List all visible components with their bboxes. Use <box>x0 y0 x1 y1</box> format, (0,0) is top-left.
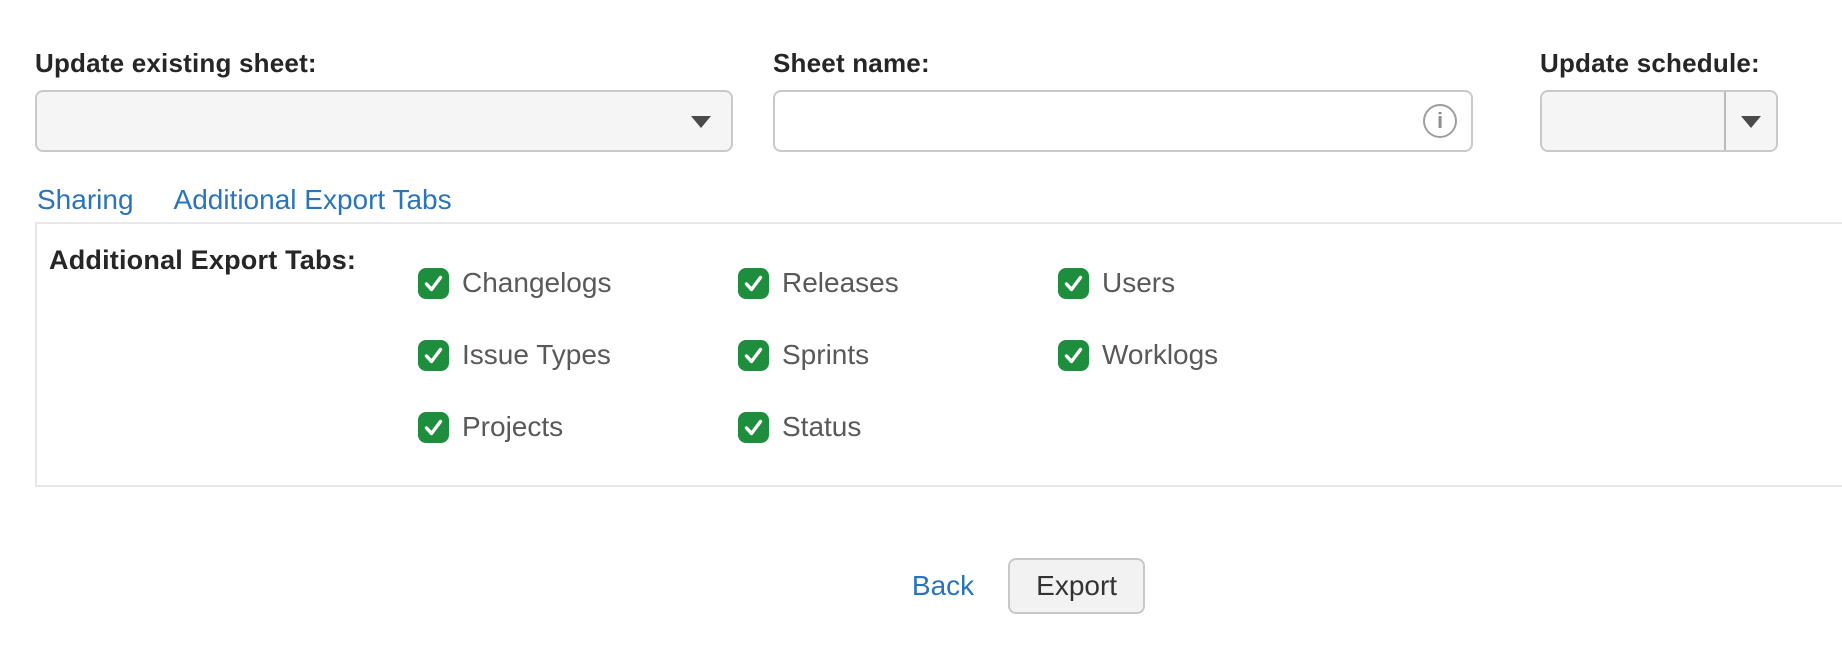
wizard-actions: Back Export <box>35 558 1842 614</box>
info-icon[interactable]: i <box>1423 104 1457 138</box>
check-icon <box>738 340 769 371</box>
update-schedule-select[interactable] <box>1540 90 1778 152</box>
sheet-name-label: Sheet name: <box>773 48 1473 78</box>
check-icon <box>418 340 449 371</box>
checkbox-label: Sprints <box>782 339 869 371</box>
sheet-name-input[interactable] <box>775 92 1471 150</box>
export-tabs-checkbox-grid: Changelogs Releases Users Issue Types Sprint… <box>418 267 1378 443</box>
check-icon <box>1058 340 1089 371</box>
export-button[interactable]: Export <box>1008 558 1145 614</box>
export-tab-checkbox-changelogs[interactable]: Changelogs <box>418 267 738 299</box>
checkbox-label: Releases <box>782 267 899 299</box>
update-existing-sheet-label: Update existing sheet: <box>35 48 733 78</box>
field-update-schedule: Update schedule: <box>1540 48 1778 152</box>
checkbox-label: Users <box>1102 267 1175 299</box>
check-icon <box>738 268 769 299</box>
export-tab-checkbox-users[interactable]: Users <box>1058 267 1378 299</box>
export-tab-checkbox-releases[interactable]: Releases <box>738 267 1058 299</box>
checkbox-label: Projects <box>462 411 563 443</box>
checkbox-label: Changelogs <box>462 267 611 299</box>
export-options-row: Update existing sheet: Sheet name: i Upd… <box>35 48 1842 152</box>
check-icon <box>1058 268 1089 299</box>
additional-export-tabs-panel: Additional Export Tabs: Changelogs Releas… <box>35 222 1842 487</box>
check-icon <box>738 412 769 443</box>
export-tab-checkbox-worklogs[interactable]: Worklogs <box>1058 339 1378 371</box>
checkbox-label: Worklogs <box>1102 339 1218 371</box>
update-schedule-value <box>1542 92 1724 150</box>
sheet-name-input-wrap: i <box>773 90 1473 152</box>
update-schedule-label: Update schedule: <box>1540 48 1778 78</box>
update-existing-sheet-select[interactable] <box>35 90 733 152</box>
export-tab-checkbox-issue-types[interactable]: Issue Types <box>418 339 738 371</box>
checkbox-label: Issue Types <box>462 339 611 371</box>
field-sheet-name: Sheet name: i <box>773 48 1473 152</box>
checkbox-label: Status <box>782 411 861 443</box>
chevron-down-icon <box>691 116 711 128</box>
tab-sharing[interactable]: Sharing <box>37 185 134 215</box>
update-schedule-dropdown-button[interactable] <box>1724 92 1776 150</box>
export-tab-checkbox-projects[interactable]: Projects <box>418 411 738 443</box>
settings-tab-links: Sharing Additional Export Tabs <box>37 185 1842 215</box>
back-link[interactable]: Back <box>912 570 974 602</box>
chevron-down-icon <box>1741 116 1761 128</box>
export-tab-checkbox-sprints[interactable]: Sprints <box>738 339 1058 371</box>
check-icon <box>418 268 449 299</box>
tab-additional-export-tabs[interactable]: Additional Export Tabs <box>174 185 452 215</box>
check-icon <box>418 412 449 443</box>
field-update-existing-sheet: Update existing sheet: <box>35 48 733 152</box>
additional-export-tabs-panel-label: Additional Export Tabs: <box>49 243 418 277</box>
export-tab-checkbox-status[interactable]: Status <box>738 411 1058 443</box>
